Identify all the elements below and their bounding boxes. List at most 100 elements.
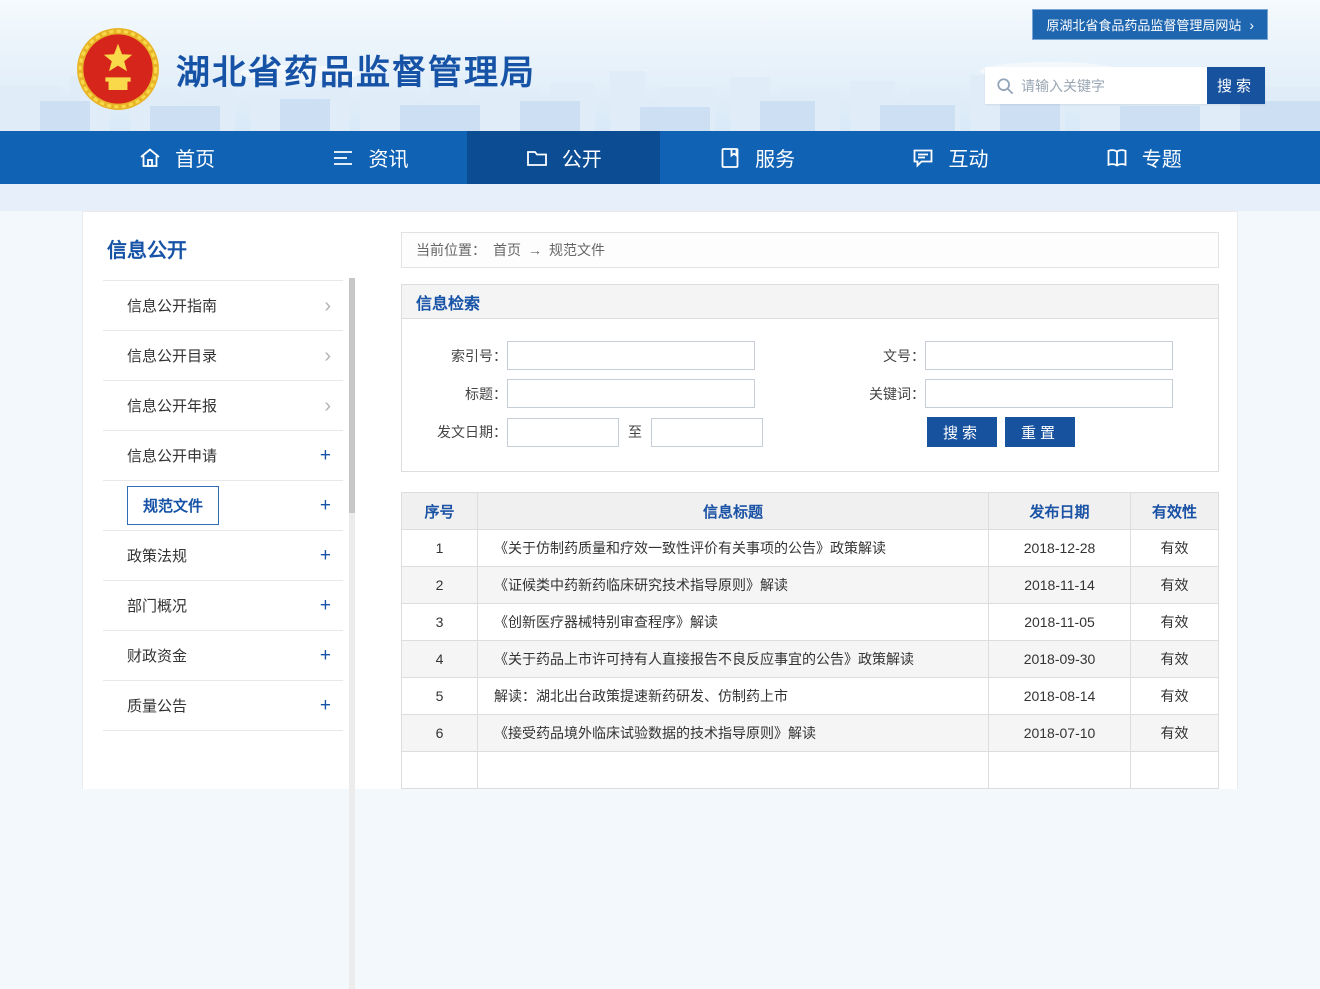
- table-row[interactable]: 6 《接受药品境外临床试验数据的技术指导原则》解读 2018-07-10 有效: [402, 715, 1219, 752]
- results-table-body: 1 《关于仿制药质量和疗效一致性评价有关事项的公告》政策解读 2018-12-2…: [402, 530, 1219, 789]
- breadcrumb-prefix: 当前位置：: [416, 240, 486, 260]
- sidebar-scrollbar[interactable]: [349, 278, 355, 989]
- nav-item-news[interactable]: 资讯: [273, 131, 466, 184]
- sidebar-item-annual-report[interactable]: 信息公开年报 ›: [103, 381, 343, 431]
- info-search-form: 索引号： 文号： 标题： 关键词： 发文日期： 至: [402, 319, 1218, 471]
- cell-title-link[interactable]: 《关于仿制药质量和疗效一致性评价有关事项的公告》政策解读: [478, 530, 989, 567]
- sidebar-item-label: 信息公开年报: [127, 395, 217, 416]
- sidebar-item-fiscal-funds[interactable]: 财政资金 +: [103, 631, 343, 681]
- site-title: 湖北省药品监督管理局: [176, 45, 536, 94]
- chevron-right-icon: ›: [324, 346, 331, 366]
- header-sub-strip: [0, 184, 1320, 211]
- date-to-input[interactable]: [651, 418, 763, 447]
- cell-validity: 有效: [1131, 715, 1219, 752]
- news-lines-icon: [331, 146, 355, 170]
- sidebar-item-label: 信息公开目录: [127, 345, 217, 366]
- nav-item-label: 资讯: [368, 143, 408, 172]
- sidebar-item-department-overview[interactable]: 部门概况 +: [103, 581, 343, 631]
- results-table: 序号 信息标题 发布日期 有效性 1 《关于仿制药质量和疗效一致性评价有关事项的…: [401, 492, 1219, 789]
- cell-no: 6: [402, 715, 478, 752]
- nav-item-label: 公开: [562, 143, 602, 172]
- breadcrumb: 当前位置： 首页 → 规范文件: [401, 232, 1219, 268]
- chevron-right-icon: ›: [324, 396, 331, 416]
- nav-item-label: 互动: [948, 143, 988, 172]
- column-header-no: 序号: [402, 493, 478, 530]
- nav-inner: 首页 资讯 公开: [80, 131, 1240, 184]
- keyword-input[interactable]: [925, 379, 1173, 408]
- sidebar-item-catalog[interactable]: 信息公开目录 ›: [103, 331, 343, 381]
- nav-item-interact[interactable]: 互动: [853, 131, 1046, 184]
- sidebar-item-guide[interactable]: 信息公开指南 ›: [103, 281, 343, 331]
- plus-icon: +: [320, 496, 331, 515]
- cell-title-link[interactable]: 解读：湖北出台政策提速新药研发、仿制药上市: [478, 678, 989, 715]
- breadcrumb-current: 规范文件: [549, 240, 605, 260]
- content-area: 当前位置： 首页 → 规范文件 信息检索 索引号： 文号： 标题： 关键词：: [401, 232, 1219, 789]
- nav-item-topics[interactable]: 专题: [1047, 131, 1240, 184]
- table-header-row: 序号 信息标题 发布日期 有效性: [402, 493, 1219, 530]
- cell-date: 2018-09-30: [989, 641, 1131, 678]
- nav-item-label: 服务: [755, 143, 795, 172]
- cell-title-link[interactable]: 《接受药品境外临床试验数据的技术指导原则》解读: [478, 715, 989, 752]
- form-reset-button[interactable]: 重置: [1005, 417, 1075, 447]
- search-input[interactable]: [985, 67, 1207, 104]
- table-row-partial: [402, 752, 1219, 789]
- sidebar-item-label: 信息公开申请: [127, 445, 217, 466]
- title-input[interactable]: [507, 379, 755, 408]
- doc-number-label: 文号：: [755, 346, 925, 366]
- sidebar-scrollbar-thumb[interactable]: [349, 278, 355, 513]
- table-row[interactable]: 2 《证候类中药新药临床研究技术指导原则》解读 2018-11-14 有效: [402, 567, 1219, 604]
- sidebar-title: 信息公开: [107, 234, 343, 263]
- nav-item-disclosure[interactable]: 公开: [467, 131, 660, 184]
- breadcrumb-arrow-icon: →: [528, 242, 542, 258]
- date-from-input[interactable]: [507, 418, 619, 447]
- index-number-input[interactable]: [507, 341, 755, 370]
- cell-title-link[interactable]: 《创新医疗器械特别审查程序》解读: [478, 604, 989, 641]
- cell-date: 2018-11-14: [989, 567, 1131, 604]
- breadcrumb-home-link[interactable]: 首页: [493, 240, 521, 260]
- cell-date: 2018-11-05: [989, 604, 1131, 641]
- search-icon: [996, 77, 1014, 95]
- index-number-label: 索引号：: [402, 346, 507, 366]
- header-search-button[interactable]: 搜索: [1207, 67, 1265, 104]
- form-buttons: 搜索 重置: [927, 417, 1075, 447]
- cell-title-link: [478, 752, 989, 789]
- sidebar-item-regulatory-files[interactable]: 规范文件 +: [103, 481, 343, 531]
- form-row: 索引号： 文号：: [402, 341, 1218, 370]
- plus-icon: +: [320, 596, 331, 615]
- table-row[interactable]: 5 解读：湖北出台政策提速新药研发、仿制药上市 2018-08-14 有效: [402, 678, 1219, 715]
- sidebar-item-label: 政策法规: [127, 545, 187, 566]
- doc-number-input[interactable]: [925, 341, 1173, 370]
- home-icon: [138, 146, 162, 170]
- cell-date: 2018-07-10: [989, 715, 1131, 752]
- table-row[interactable]: 1 《关于仿制药质量和疗效一致性评价有关事项的公告》政策解读 2018-12-2…: [402, 530, 1219, 567]
- header-search: 搜索: [985, 67, 1265, 104]
- cell-no: 1: [402, 530, 478, 567]
- column-header-validity: 有效性: [1131, 493, 1219, 530]
- form-row: 标题： 关键词：: [402, 379, 1218, 408]
- issue-date-label: 发文日期：: [402, 422, 507, 442]
- folder-icon: [525, 146, 549, 170]
- form-search-button[interactable]: 搜索: [927, 417, 997, 447]
- nav-item-label: 专题: [1142, 143, 1182, 172]
- sidebar-item-quality-notices[interactable]: 质量公告 +: [103, 681, 343, 731]
- old-site-link[interactable]: 原湖北省食品药品监督管理局网站 ›: [1032, 9, 1268, 40]
- column-header-date: 发布日期: [989, 493, 1131, 530]
- table-row[interactable]: 4 《关于药品上市许可持有人直接报告不良反应事宜的公告》政策解读 2018-09…: [402, 641, 1219, 678]
- cell-validity: 有效: [1131, 678, 1219, 715]
- title-label: 标题：: [402, 384, 507, 404]
- cell-no: 5: [402, 678, 478, 715]
- sidebar-item-policies[interactable]: 政策法规 +: [103, 531, 343, 581]
- cell-no: [402, 752, 478, 789]
- nav-item-service[interactable]: 服务: [660, 131, 853, 184]
- table-row[interactable]: 3 《创新医疗器械特别审查程序》解读 2018-11-05 有效: [402, 604, 1219, 641]
- cell-validity: [1131, 752, 1219, 789]
- sidebar-item-application[interactable]: 信息公开申请 +: [103, 431, 343, 481]
- chevron-right-icon: ›: [1249, 18, 1254, 32]
- nav-item-home[interactable]: 首页: [80, 131, 273, 184]
- cell-title-link[interactable]: 《证候类中药新药临床研究技术指导原则》解读: [478, 567, 989, 604]
- sidebar-item-label: 信息公开指南: [127, 295, 217, 316]
- results-table-head: 序号 信息标题 发布日期 有效性: [402, 493, 1219, 530]
- cell-title-link[interactable]: 《关于药品上市许可持有人直接报告不良反应事宜的公告》政策解读: [478, 641, 989, 678]
- chat-bubble-icon: [911, 146, 935, 170]
- sidebar-item-label: 部门概况: [127, 595, 187, 616]
